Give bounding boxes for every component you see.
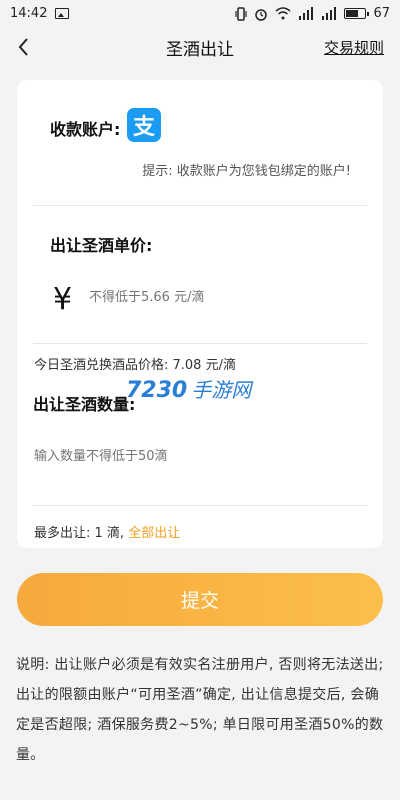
- instructions-note: 说明: 出让账户必须是有效实名注册用户, 否则将无法送出; 出让的限额由账户“可…: [16, 657, 384, 763]
- nav-bar: 圣酒出让 交易规则: [0, 27, 400, 67]
- yen-icon: ¥: [53, 282, 73, 317]
- wifi-icon: [275, 7, 291, 20]
- transfer-all-link[interactable]: 全部出让: [128, 526, 180, 541]
- battery-level: 67: [373, 6, 390, 21]
- status-time: 14:42: [10, 6, 48, 21]
- today-price-text: 今日圣酒兑换酒品价格: 7.08 元/滴: [34, 358, 236, 373]
- max-transfer-row: 最多出让: 1 滴, 全部出让: [33, 522, 367, 541]
- account-section: 收款账户: 支 提示: 收款账户为您钱包绑定的账户!: [33, 80, 367, 206]
- alarm-icon: [255, 8, 268, 21]
- signal-icon: [299, 7, 314, 20]
- trade-rules-link[interactable]: 交易规则: [324, 37, 384, 58]
- max-transfer-text: 最多出让: 1 滴,: [34, 526, 125, 541]
- page-title: 圣酒出让: [166, 39, 234, 60]
- watermark: 7230 手游网: [126, 374, 251, 403]
- gallery-icon: [55, 8, 70, 19]
- signal-icon-2: [322, 7, 337, 20]
- status-bar: 14:42 67: [0, 0, 400, 27]
- vibrate-icon: [235, 6, 248, 21]
- battery-icon: [344, 8, 370, 19]
- quantity-input[interactable]: [34, 449, 334, 464]
- account-hint: 提示: 收款账户为您钱包绑定的账户!: [142, 164, 351, 179]
- back-button[interactable]: [10, 33, 38, 61]
- alipay-icon[interactable]: 支: [127, 108, 161, 142]
- watermark-text: 手游网: [191, 378, 252, 402]
- price-section: 出让圣酒单价: ¥: [33, 206, 367, 344]
- form-card: 收款账户: 支 提示: 收款账户为您钱包绑定的账户! 出让圣酒单价: ¥ 今日圣…: [17, 80, 383, 548]
- watermark-number: 7230: [126, 378, 188, 403]
- account-label: 收款账户:: [50, 120, 121, 139]
- price-input[interactable]: [89, 290, 349, 305]
- chevron-left-icon: [18, 38, 28, 56]
- submit-button[interactable]: 提交: [17, 573, 383, 626]
- price-label: 出让圣酒单价:: [50, 236, 153, 255]
